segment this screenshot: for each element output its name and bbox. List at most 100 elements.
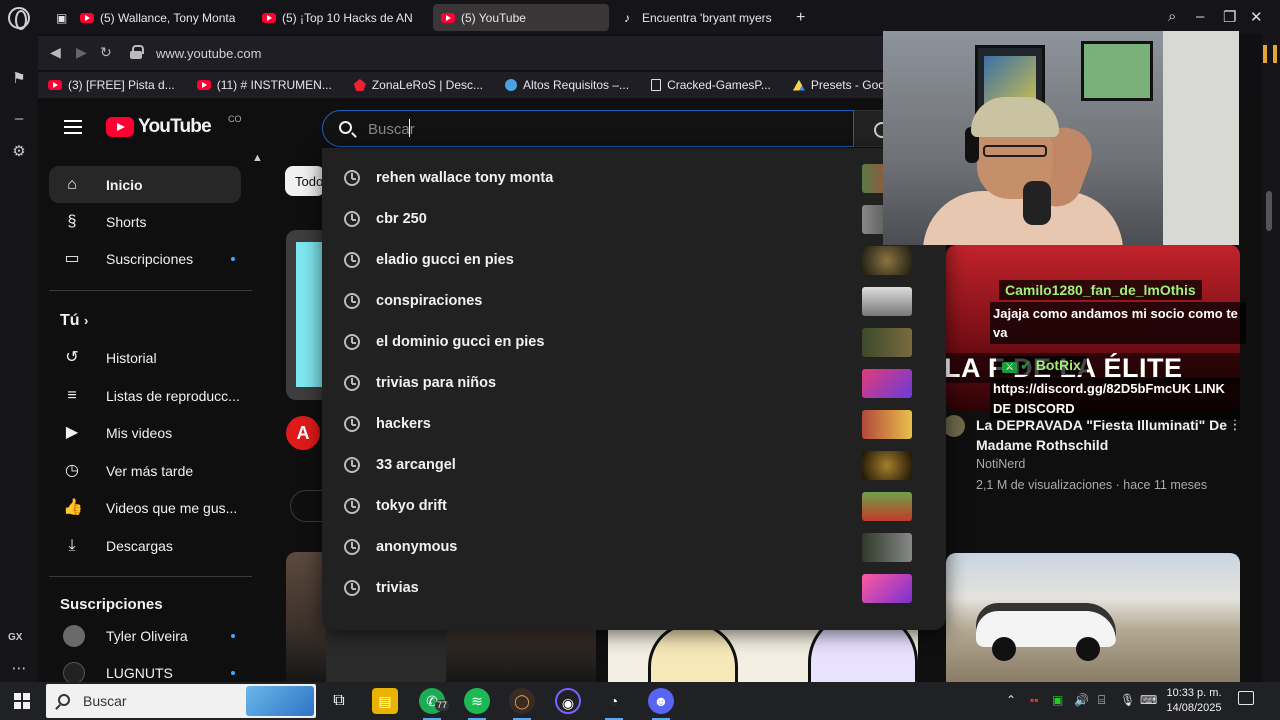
more-icon[interactable]: ⋯ xyxy=(10,660,28,678)
taskbar-search[interactable]: Buscar xyxy=(46,684,316,718)
search-box[interactable]: Buscar xyxy=(322,110,854,147)
section-you[interactable]: Tú › xyxy=(60,312,88,330)
task-view-icon[interactable]: ⧉ xyxy=(326,688,352,714)
back-icon[interactable]: ◀ xyxy=(50,44,61,61)
new-tab-button[interactable]: + xyxy=(796,9,805,27)
tab-workspace-icon[interactable]: ▣ xyxy=(48,4,68,31)
zonaleros-icon xyxy=(353,79,366,91)
youtube-icon xyxy=(441,12,455,23)
suggestion-item[interactable]: rehen wallace tony monta xyxy=(322,158,946,199)
search-input[interactable]: Buscar xyxy=(368,121,415,138)
sidebar-item-videos-que-me-gustan[interactable]: 👍 Videos que me gus... xyxy=(49,489,241,526)
tray-nvidia-icon[interactable]: ▣ xyxy=(1052,693,1063,707)
bookmark-item[interactable]: (3) [FREE] Pista d... xyxy=(48,78,175,92)
pause-icon[interactable] xyxy=(1263,45,1277,63)
microphone-icon[interactable]: 🎙 xyxy=(1120,693,1135,707)
chip-todo[interactable]: Todo xyxy=(285,166,325,196)
gx-label[interactable]: GX xyxy=(8,632,22,643)
video-title[interactable]: La DEPRAVADA "Fiesta Illuminati" De Mada… xyxy=(976,415,1236,455)
suggestion-item[interactable]: trivias para niños xyxy=(322,363,946,404)
new-content-dot xyxy=(231,671,235,675)
menu-icon[interactable] xyxy=(64,120,82,134)
youtube-logo[interactable]: YouTube CO xyxy=(106,114,242,138)
tab-label: (5) ¡Top 10 Hacks de AN xyxy=(282,10,413,25)
bookmark-item[interactable]: Cracked-GamesP... xyxy=(651,78,771,92)
bookmark-label: Presets - Google... xyxy=(810,78,883,92)
youtube-logo-icon xyxy=(106,117,134,137)
taskbar-search-label: Buscar xyxy=(83,693,127,709)
chevron-up-icon[interactable]: ▲ xyxy=(252,152,263,164)
tab-youtube-active[interactable]: (5) YouTube xyxy=(433,4,609,31)
channel-name[interactable]: NotiNerd xyxy=(976,457,1025,471)
new-content-dot xyxy=(231,634,235,638)
speed-test-icon[interactable]: ◔ xyxy=(601,688,627,720)
spotify-icon[interactable]: ≋ xyxy=(464,688,490,720)
network-icon[interactable]: ⌸ xyxy=(1098,693,1105,708)
sidebar-item-inicio[interactable]: ⌂ Inicio xyxy=(49,166,241,203)
tab-bar: ▣ (5) Wallance, Tony Monta (5) ¡Top 10 H… xyxy=(38,0,1280,34)
sidebar-item-shorts[interactable]: § Shorts xyxy=(49,203,241,240)
bookmark-item[interactable]: ZonaLeRoS | Desc... xyxy=(353,78,483,92)
maximize-icon[interactable]: ❐ xyxy=(1223,8,1236,26)
video-thumbnail[interactable] xyxy=(286,230,326,400)
suggestion-item[interactable]: conspiraciones xyxy=(322,281,946,322)
bookmark-label: (3) [FREE] Pista d... xyxy=(68,78,175,92)
suggestion-thumbnail xyxy=(862,369,912,398)
url-field[interactable]: www.youtube.com xyxy=(156,46,262,61)
subscription-tyler-oliveira[interactable]: Tyler Oliveira xyxy=(49,617,241,654)
minimize-icon[interactable]: – xyxy=(1196,8,1204,25)
sidebar-item-label: Shorts xyxy=(106,214,147,230)
sidebar-item-ver-mas-tarde[interactable]: ◷ Ver más tarde xyxy=(49,452,241,489)
sidebar-item-historial[interactable]: ↺ Historial xyxy=(49,339,241,376)
file-explorer-icon[interactable]: ▤ xyxy=(372,688,398,714)
discord-icon[interactable]: ☻ xyxy=(648,688,674,720)
bookmark-item[interactable]: Presets - Google... xyxy=(792,78,883,92)
whatsapp-icon[interactable]: ✆ 77 xyxy=(419,688,450,720)
search-button[interactable] xyxy=(854,110,890,147)
suggestion-item[interactable]: hackers xyxy=(322,404,946,445)
reload-icon[interactable]: ↻ xyxy=(100,44,112,61)
gx-sidebar: ⚑ – ⚙ GX ⋯ xyxy=(0,0,38,682)
system-clock[interactable]: 10:33 p. m. 14/08/2025 xyxy=(1162,686,1226,716)
suggestion-item[interactable]: trivias xyxy=(322,568,946,609)
altos-icon xyxy=(505,79,517,91)
adobe-logo-icon[interactable]: A xyxy=(286,416,320,450)
like-icon: 👍 xyxy=(63,499,83,516)
divider-icon: – xyxy=(14,110,24,127)
sidebar-item-listas[interactable]: ≡ Listas de reproducc... xyxy=(49,377,241,414)
gx-control-icon[interactable]: ⚙ xyxy=(10,143,28,161)
twitch-icon[interactable]: ⚑ xyxy=(10,70,28,88)
suggestion-text: trivias xyxy=(376,580,419,596)
obs-icon[interactable]: ◉ xyxy=(555,688,581,714)
tab-tiktok[interactable]: ♪ Encuentra 'bryant myers xyxy=(616,4,788,31)
close-window-icon[interactable]: ✕ xyxy=(1250,8,1263,26)
scrollbar-thumb[interactable] xyxy=(1266,191,1272,231)
suggestion-item[interactable]: eladio gucci en pies xyxy=(322,240,946,281)
suggestion-item[interactable]: tokyo drift xyxy=(322,486,946,527)
chevron-up-icon[interactable]: ⌃ xyxy=(1006,693,1016,707)
lock-icon[interactable] xyxy=(130,45,144,59)
suggestion-item[interactable]: anonymous xyxy=(322,527,946,568)
chat-tray-icon[interactable]: ⌨ xyxy=(1140,693,1157,707)
sidebar-item-suscripciones[interactable]: ▭ Suscripciones xyxy=(49,240,241,277)
opera-gx-icon[interactable]: ◯ xyxy=(509,688,535,720)
video-thumbnail[interactable] xyxy=(946,553,1240,682)
tab-top-10-hacks[interactable]: (5) ¡Top 10 Hacks de AN xyxy=(254,4,424,31)
sidebar-item-mis-videos[interactable]: ▶ Mis videos xyxy=(49,414,241,451)
suggestion-item[interactable]: cbr 250 xyxy=(322,199,946,240)
opera-gx-logo-icon[interactable] xyxy=(8,7,30,30)
volume-icon[interactable]: 🔊 xyxy=(1074,693,1089,707)
notifications-icon[interactable] xyxy=(1238,691,1254,705)
forward-icon[interactable]: ▶ xyxy=(76,44,87,61)
search-tabs-icon[interactable]: ⌕ xyxy=(1168,8,1176,25)
tab-wallance[interactable]: (5) Wallance, Tony Monta xyxy=(72,4,242,31)
windows-start-icon[interactable] xyxy=(14,693,30,709)
suggestion-item[interactable]: el dominio gucci en pies xyxy=(322,322,946,363)
bookmark-item[interactable]: Altos Requisitos –... xyxy=(505,78,629,92)
bookmark-item[interactable]: (11) # INSTRUMEN... xyxy=(196,78,332,92)
suggestion-item[interactable]: 33 arcangel xyxy=(322,445,946,486)
search-suggestions: rehen wallace tony monta cbr 250 eladio … xyxy=(322,148,946,630)
sidebar-item-descargas[interactable]: ⤓ Descargas xyxy=(49,527,241,564)
channel-avatar[interactable] xyxy=(943,415,965,437)
tray-app-icon[interactable]: ▪▪ xyxy=(1030,693,1039,707)
